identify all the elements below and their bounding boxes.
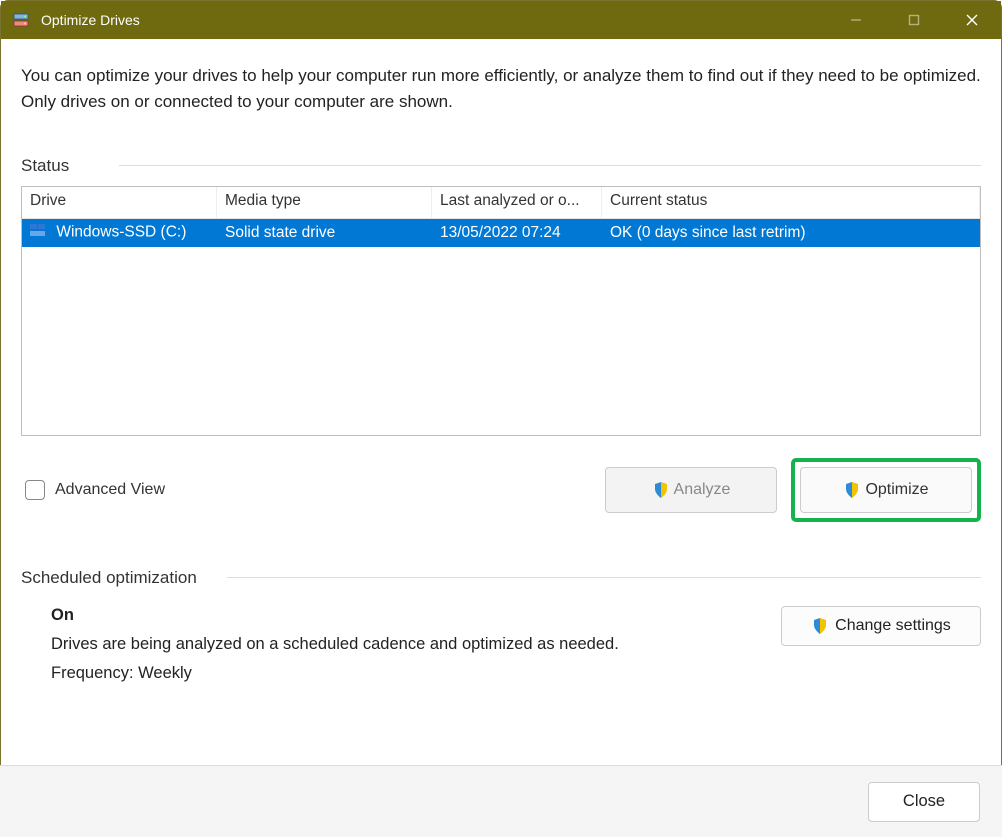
column-header-drive[interactable]: Drive (22, 187, 217, 218)
divider (119, 165, 981, 166)
close-window-button[interactable] (943, 1, 1001, 39)
app-icon (11, 10, 31, 30)
change-settings-button[interactable]: Change settings (781, 606, 981, 646)
footer: Close (0, 765, 1002, 837)
column-header-media[interactable]: Media type (217, 187, 432, 218)
status-section-label: Status (21, 156, 69, 176)
advanced-view-checkbox[interactable] (25, 480, 45, 500)
divider (227, 577, 981, 578)
shield-icon (811, 617, 829, 635)
maximize-button[interactable] (885, 1, 943, 39)
titlebar[interactable]: Optimize Drives (1, 1, 1001, 39)
window-title: Optimize Drives (41, 12, 140, 28)
drive-last: 13/05/2022 07:24 (432, 222, 602, 244)
drive-status: OK (0 days since last retrim) (602, 222, 980, 244)
intro-text: You can optimize your drives to help you… (21, 63, 981, 116)
scheduled-state: On (51, 606, 619, 625)
minimize-button[interactable] (827, 1, 885, 39)
drive-row[interactable]: Windows-SSD (C:) Solid state drive 13/05… (22, 219, 980, 247)
scheduled-frequency: Frequency: Weekly (51, 664, 619, 683)
scheduled-description: Drives are being analyzed on a scheduled… (51, 635, 619, 654)
optimize-button[interactable]: Optimize (800, 467, 972, 513)
close-label: Close (903, 792, 945, 811)
analyze-button[interactable]: Analyze (605, 467, 777, 513)
advanced-view-label: Advanced View (55, 481, 165, 499)
optimize-highlight: Optimize (791, 458, 981, 522)
drive-icon (30, 223, 48, 242)
list-header[interactable]: Drive Media type Last analyzed or o... C… (22, 187, 980, 219)
analyze-label: Analyze (674, 481, 731, 499)
column-header-status[interactable]: Current status (602, 187, 980, 218)
scheduled-section-label: Scheduled optimization (21, 568, 197, 588)
close-button[interactable]: Close (868, 782, 980, 822)
shield-icon (652, 481, 670, 499)
drive-name: Windows-SSD (C:) (56, 224, 186, 241)
drives-list[interactable]: Drive Media type Last analyzed or o... C… (21, 186, 981, 436)
optimize-label: Optimize (865, 481, 928, 499)
shield-icon (843, 481, 861, 499)
drive-media: Solid state drive (217, 222, 432, 244)
change-settings-label: Change settings (835, 617, 951, 635)
column-header-last[interactable]: Last analyzed or o... (432, 187, 602, 218)
